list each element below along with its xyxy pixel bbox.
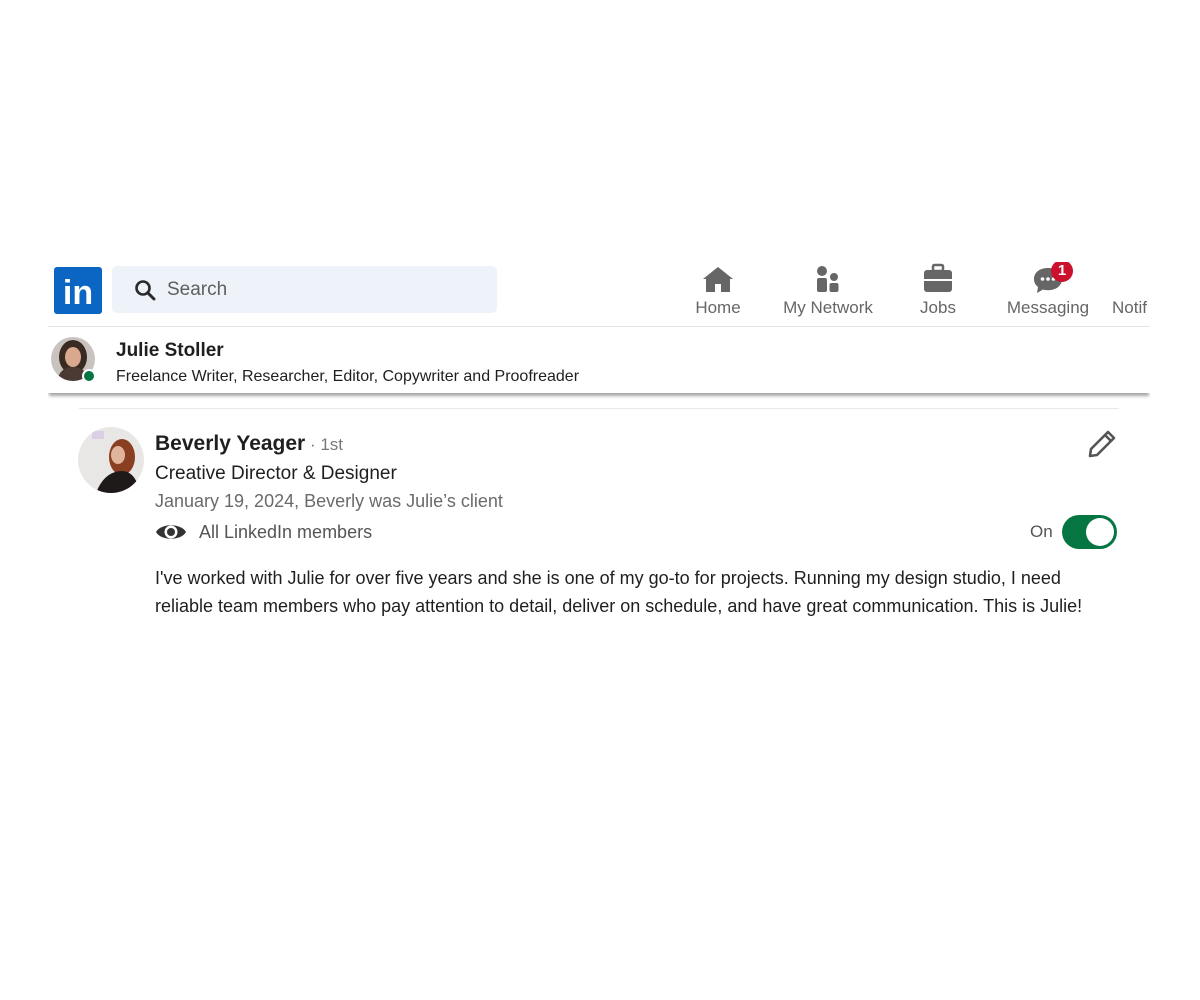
network-icon	[817, 266, 839, 292]
pencil-icon[interactable]	[1086, 428, 1118, 460]
visibility-label: All LinkedIn members	[199, 522, 373, 542]
linkedin-window: in Search Home My Network Jobs 1 Messagi…	[48, 262, 1150, 662]
linkedin-logo-icon[interactable]: in	[54, 267, 102, 314]
visibility-toggle[interactable]	[1062, 515, 1117, 549]
profile-name[interactable]: Julie Stoller	[116, 339, 224, 363]
recommendation-text: I've worked with Julie for over five yea…	[155, 568, 1083, 616]
online-status-dot	[82, 369, 96, 383]
recommender-photo	[78, 427, 144, 493]
nav-home-label: Home	[695, 298, 741, 317]
nav-messaging-label: Messaging	[1006, 298, 1090, 317]
profile-bar: Julie Stoller Freelance Writer, Research…	[48, 327, 1150, 393]
nav-notifications[interactable]: Notif	[1112, 262, 1150, 326]
nav-messaging[interactable]: 1 Messaging	[1003, 262, 1093, 326]
toggle-knob	[1086, 518, 1114, 546]
logo-text: in	[63, 274, 93, 312]
nav-notifications-label: Notif	[1112, 298, 1147, 317]
recommender-name[interactable]: Beverly Yeager	[155, 432, 305, 455]
recommender-name-line: Beverly Yeager · 1st	[155, 431, 343, 458]
search-box[interactable]: Search	[112, 266, 497, 313]
nav-home[interactable]: Home	[678, 262, 758, 326]
nav-my-network-label: My Network	[783, 298, 873, 317]
home-icon	[703, 267, 733, 292]
recommender-title: Creative Director & Designer	[155, 463, 397, 484]
recommendation-date: January 19, 2024, Beverly was Julie’s cl…	[155, 491, 503, 511]
profile-headline: Freelance Writer, Researcher, Editor, Co…	[116, 368, 580, 385]
messaging-badge: 1	[1051, 262, 1073, 282]
eye-icon	[156, 525, 186, 539]
toggle-label: On	[1030, 522, 1053, 541]
briefcase-icon	[924, 263, 952, 292]
nav-jobs-label: Jobs	[920, 298, 956, 317]
connection-degree: · 1st	[305, 435, 344, 454]
divider	[79, 408, 1119, 409]
recommender-avatar[interactable]	[78, 427, 144, 493]
nav-jobs[interactable]: Jobs	[898, 262, 978, 326]
search-input[interactable]: Search	[167, 278, 227, 302]
nav-my-network[interactable]: My Network	[773, 262, 883, 326]
search-icon	[135, 280, 156, 301]
top-nav: in Search Home My Network Jobs 1 Messagi…	[48, 262, 1150, 327]
